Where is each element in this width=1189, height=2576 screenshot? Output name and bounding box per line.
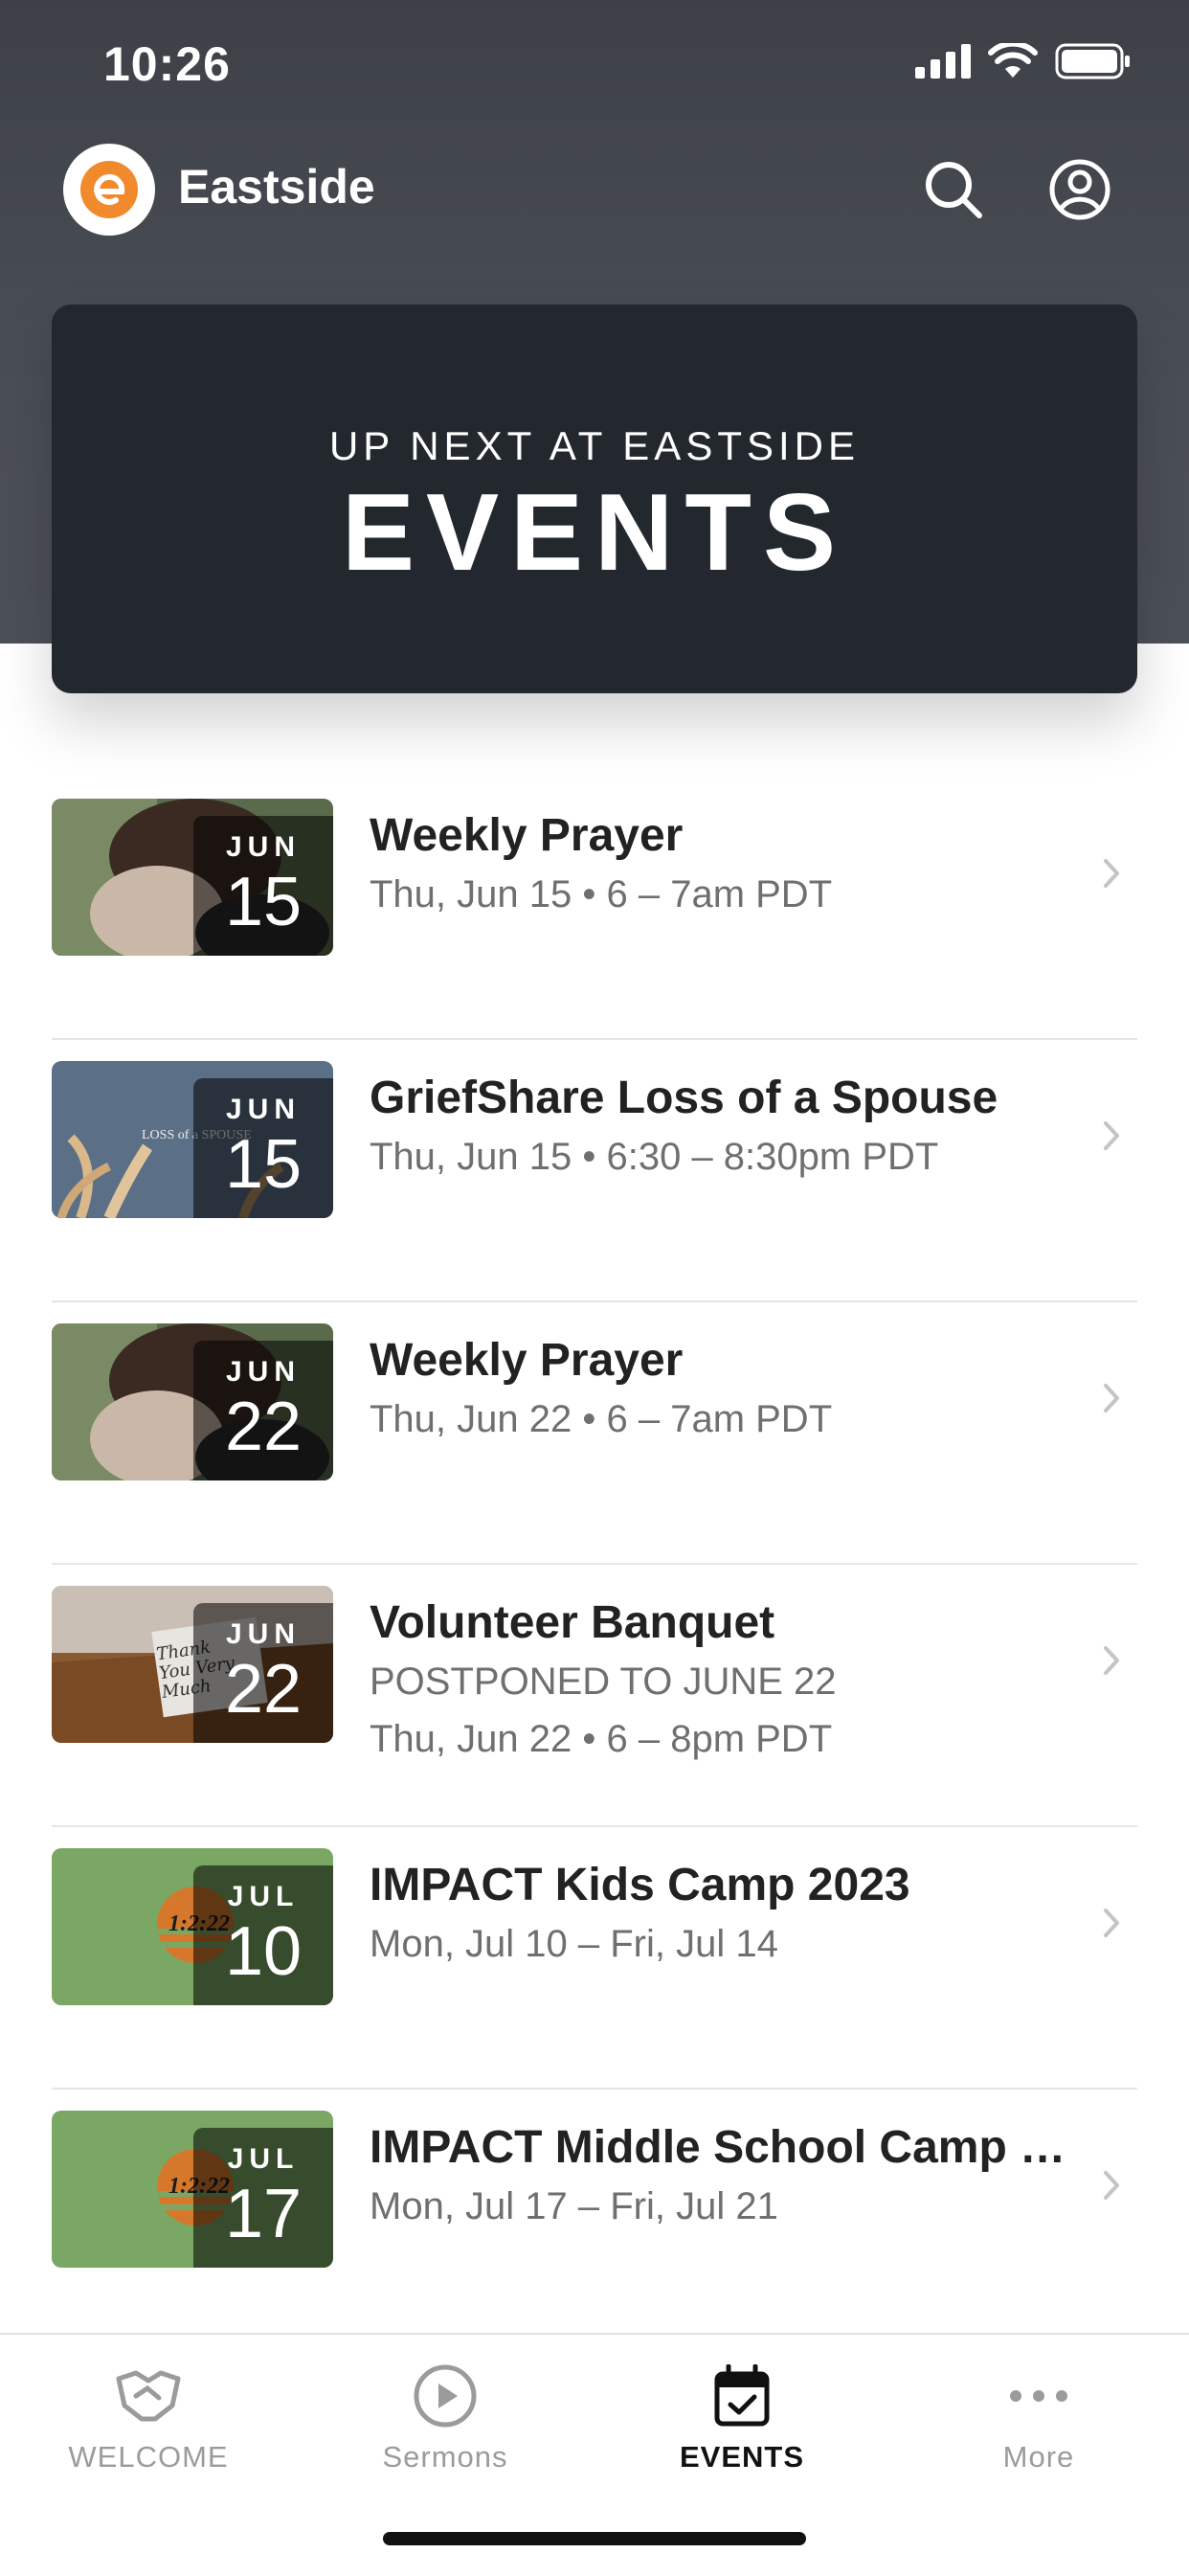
handshake-icon [0,2358,297,2434]
date-badge: JUN 15 [193,816,333,956]
status-icons [915,42,1132,80]
event-thumbnail: JUN 15 [52,799,333,956]
hero-title: EVENTS [341,472,848,594]
account-icon [1049,159,1110,220]
event-datetime: Thu, Jun 22 • 6 – 8pm PDT [370,1718,833,1760]
date-day: 10 [224,1913,303,1990]
event-row[interactable]: 1:2:22 JUL 17 IMPACT Middle School Camp … [52,2090,1137,2352]
play-circle-icon [297,2358,594,2434]
date-month: JUN [225,1094,301,1125]
event-note: POSTPONED TO JUNE 22 [370,1661,837,1703]
event-row[interactable]: JUN 22 Weekly Prayer Thu, Jun 22 • 6 – 7… [52,1302,1137,1565]
event-title: Weekly Prayer [370,1335,684,1386]
event-text: IMPACT Middle School Camp 2... Mon, Jul … [370,2118,1078,2235]
date-day: 15 [224,864,303,940]
tab-label: Sermons [382,2440,508,2474]
tab-label: More [1002,2440,1075,2474]
home-indicator [383,2532,806,2545]
status-time: 10:26 [103,37,231,91]
event-datetime: Mon, Jul 10 – Fri, Jul 14 [370,1923,778,1965]
logo-icon [80,161,138,218]
event-thumbnail: JUN 22 [52,1323,333,1480]
event-thumbnail: 1:2:22 JUL 17 [52,2111,333,2268]
chevron-right-icon [1093,1632,1132,1689]
event-row[interactable]: Thank You Very Much JUN 22 Volunteer Ban… [52,1565,1137,1827]
events-list: JUN 15 Weekly Prayer Thu, Jun 15 • 6 – 7… [52,778,1137,2352]
chevron-right-icon [1093,1369,1132,1427]
event-datetime: Thu, Jun 15 • 6 – 7am PDT [370,873,833,915]
events-hero-banner: UP NEXT AT EASTSIDE EVENTS [52,305,1137,693]
chevron-right-icon [1093,1107,1132,1164]
date-month: JUN [225,1618,301,1650]
event-text: Volunteer Banquet POSTPONED TO JUNE 22 T… [370,1593,1078,1768]
ellipsis-icon [890,2358,1187,2434]
brand-name: Eastside [178,160,375,214]
search-icon [926,162,982,218]
date-day: 22 [224,1651,303,1728]
event-title: GriefShare Loss of a Spouse [370,1073,998,1123]
tab-more[interactable]: More [890,2335,1187,2497]
event-row[interactable]: LOSS of a SPOUSE JUN 15 GriefShare Loss … [52,1040,1137,1302]
signal-icon [915,44,971,79]
tab-events[interactable]: EVENTS [594,2335,890,2497]
app-bar: Eastside [0,142,1189,237]
eastside-logo[interactable] [63,144,155,236]
battery-icon [1055,43,1130,79]
status-bar: 10:26 [0,0,1189,130]
date-month: JUL [227,1881,300,1912]
event-text: GriefShare Loss of a Spouse Thu, Jun 15 … [370,1069,1078,1186]
date-badge: JUL 17 [193,2128,333,2268]
date-badge: JUL 10 [193,1865,333,2005]
event-title: IMPACT Middle School Camp 2... [370,2122,1078,2173]
search-button[interactable] [919,155,988,224]
event-datetime: Thu, Jun 22 • 6 – 7am PDT [370,1398,833,1440]
event-text: Weekly Prayer Thu, Jun 22 • 6 – 7am PDT [370,1331,1078,1448]
tab-welcome[interactable]: WELCOME [0,2335,297,2497]
event-thumbnail: LOSS of a SPOUSE JUN 15 [52,1061,333,1218]
date-day: 17 [224,2176,303,2252]
tab-sermons[interactable]: Sermons [297,2335,594,2497]
event-thumbnail: Thank You Very Much JUN 22 [52,1586,333,1743]
chevron-right-icon [1093,845,1132,902]
event-title: Weekly Prayer [370,810,684,861]
date-badge: JUN 22 [193,1603,333,1743]
event-text: Weekly Prayer Thu, Jun 15 • 6 – 7am PDT [370,806,1078,923]
hero-subtitle: UP NEXT AT EASTSIDE [328,423,861,468]
calendar-check-icon [594,2358,890,2434]
event-datetime: Thu, Jun 15 • 6:30 – 8:30pm PDT [370,1136,939,1178]
event-row[interactable]: JUN 15 Weekly Prayer Thu, Jun 15 • 6 – 7… [52,778,1137,1040]
date-month: JUL [227,2143,300,2175]
date-month: JUN [225,1356,301,1388]
event-title: IMPACT Kids Camp 2023 [370,1860,910,1910]
chevron-right-icon [1093,1894,1132,1952]
date-badge: JUN 22 [193,1341,333,1480]
event-row[interactable]: 1:2:22 JUL 10 IMPACT Kids Camp 2023 Mon,… [52,1827,1137,2090]
chevron-right-icon [1093,2157,1132,2214]
tab-label: EVENTS [679,2440,805,2474]
event-text: IMPACT Kids Camp 2023 Mon, Jul 10 – Fri,… [370,1856,1078,1973]
tab-label: WELCOME [68,2440,229,2474]
event-title: Volunteer Banquet [370,1597,775,1648]
event-datetime: Mon, Jul 17 – Fri, Jul 21 [370,2185,778,2227]
wifi-icon [988,43,1038,78]
date-badge: JUN 15 [193,1078,333,1218]
date-month: JUN [225,831,301,863]
event-thumbnail: 1:2:22 JUL 10 [52,1848,333,2005]
date-day: 15 [224,1126,303,1203]
profile-button[interactable] [1045,155,1114,224]
date-day: 22 [224,1389,303,1465]
